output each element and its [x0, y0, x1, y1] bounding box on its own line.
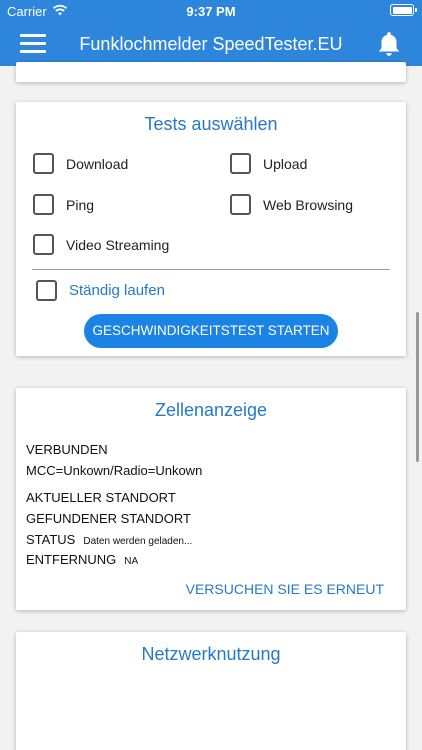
status-row: STATUS Daten werden geladen...	[26, 532, 192, 547]
connected-label: VERBUNDEN	[26, 442, 108, 457]
divider	[32, 269, 390, 270]
current-location-label: AKTUELLER STANDORT	[26, 490, 176, 505]
mcc-label: MCC=Unkown/Radio=Unkown	[26, 463, 203, 478]
previous-card	[16, 62, 406, 82]
tests-card: Tests auswählen Download Upload Ping Web…	[16, 102, 406, 356]
found-location-label: GEFUNDENER STANDORT	[26, 511, 191, 526]
status-bar: Carrier 9:37 PM	[0, 0, 422, 22]
checkbox-label: Video Streaming	[66, 236, 170, 253]
distance-label: ENTFERNUNG	[26, 552, 117, 567]
network-card: Netzwerknutzung	[16, 632, 406, 750]
checkbox-web-browsing[interactable]: Web Browsing	[230, 194, 353, 215]
checkbox-download[interactable]: Download	[33, 153, 128, 174]
checkbox-box[interactable]	[33, 153, 54, 174]
checkbox-box[interactable]	[36, 280, 57, 301]
checkbox-upload[interactable]: Upload	[230, 153, 307, 174]
battery-icon	[390, 4, 417, 16]
scrollbar[interactable]	[416, 312, 419, 462]
checkbox-label: Download	[66, 155, 129, 172]
checkbox-label: Upload	[263, 155, 308, 172]
app-title: Funklochmelder SpeedTester.EU	[79, 34, 343, 54]
checkbox-label: Ständig laufen	[69, 282, 165, 299]
checkbox-label: Web Browsing	[263, 196, 354, 213]
checkbox-label: Ping	[66, 196, 95, 213]
checkbox-video-streaming[interactable]: Video Streaming	[33, 234, 169, 255]
checkbox-box[interactable]	[230, 194, 251, 215]
tests-title: Tests auswählen	[144, 114, 278, 134]
bell-icon[interactable]	[376, 30, 402, 58]
app-bar: Funklochmelder SpeedTester.EU	[0, 22, 422, 66]
distance-row: ENTFERNUNG NA	[26, 552, 138, 567]
checkbox-box[interactable]	[33, 194, 54, 215]
checkbox-box[interactable]	[33, 234, 54, 255]
checkbox-box[interactable]	[230, 153, 251, 174]
status-label: STATUS	[26, 532, 76, 547]
start-speedtest-button[interactable]: GESCHWINDIGKEITSTEST STARTEN	[84, 314, 338, 348]
cell-title: Zellenanzeige	[154, 400, 268, 420]
retry-button[interactable]: VERSUCHEN SIE ES ERNEUT	[186, 581, 384, 597]
status-time: 9:37 PM	[186, 4, 236, 19]
checkbox-always-run[interactable]: Ständig laufen	[36, 280, 165, 301]
cell-card: Zellenanzeige VERBUNDEN MCC=Unkown/Radio…	[16, 388, 406, 610]
checkbox-ping[interactable]: Ping	[33, 194, 94, 215]
network-title: Netzwerknutzung	[141, 644, 281, 664]
status-value: Daten werden geladen...	[83, 536, 193, 547]
distance-value: NA	[124, 556, 139, 567]
